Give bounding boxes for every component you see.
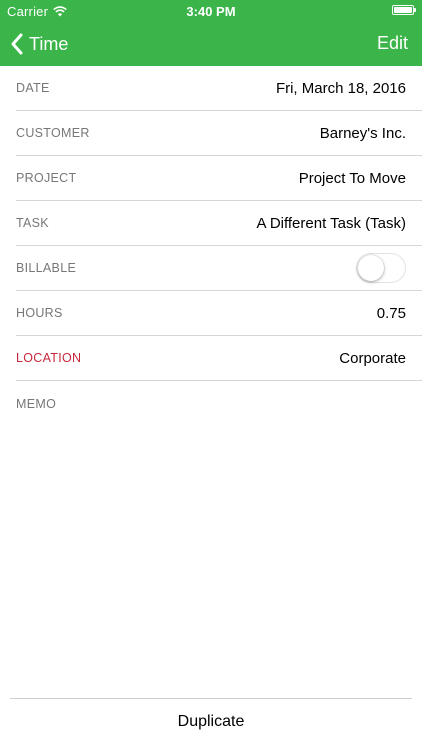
back-button-label: Time: [29, 33, 69, 54]
chevron-left-icon: [11, 33, 23, 55]
back-button[interactable]: Time: [10, 30, 68, 58]
billable-toggle[interactable]: [356, 253, 406, 283]
app-header: Carrier 3:40 PM Time Edit: [0, 0, 422, 66]
date-label: DATE: [16, 81, 50, 95]
billable-label: BILLABLE: [16, 261, 77, 275]
toggle-knob: [358, 255, 384, 281]
location-row[interactable]: LOCATION Corporate: [16, 336, 422, 381]
status-time: 3:40 PM: [186, 4, 236, 19]
duplicate-button[interactable]: Duplicate: [0, 713, 422, 731]
customer-label: CUSTOMER: [16, 126, 90, 140]
date-value: Fri, March 18, 2016: [275, 79, 406, 97]
location-value: Corporate: [339, 349, 406, 367]
time-entry-form: DATE Fri, March 18, 2016 CUSTOMER Barney…: [0, 66, 422, 425]
task-value: A Different Task (Task): [256, 214, 406, 232]
location-label: LOCATION: [16, 351, 82, 365]
hours-value: 0.75: [376, 304, 406, 322]
task-label: TASK: [16, 216, 49, 230]
billable-row: BILLABLE: [16, 246, 422, 291]
project-row[interactable]: PROJECT Project To Move: [16, 156, 422, 201]
project-label: PROJECT: [16, 171, 77, 185]
navigation-bar: Time Edit: [0, 22, 422, 66]
status-bar: Carrier 3:40 PM: [0, 0, 422, 22]
memo-label: MEMO: [16, 397, 57, 411]
project-value: Project To Move: [298, 169, 406, 187]
edit-button[interactable]: Edit: [377, 33, 408, 54]
memo-row[interactable]: MEMO: [16, 381, 422, 425]
customer-value: Barney's Inc.: [319, 124, 406, 142]
hours-row[interactable]: HOURS 0.75: [16, 291, 422, 336]
battery-icon: [392, 5, 416, 15]
footer-divider: [10, 698, 412, 699]
hours-label: HOURS: [16, 306, 63, 320]
date-row[interactable]: DATE Fri, March 18, 2016: [16, 66, 422, 111]
customer-row[interactable]: CUSTOMER Barney's Inc.: [16, 111, 422, 156]
task-row[interactable]: TASK A Different Task (Task): [16, 201, 422, 246]
